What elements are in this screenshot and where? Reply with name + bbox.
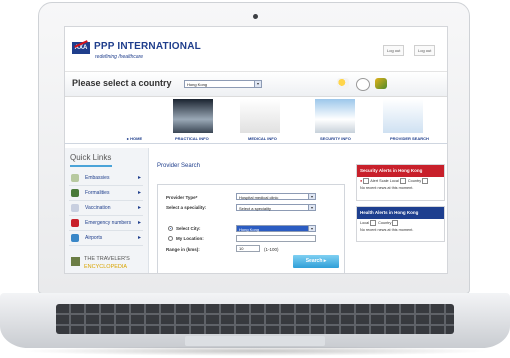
alert-dot-icon: ● [360,179,363,183]
provider-type-select[interactable]: Hospital medical clinic ▾ [236,193,316,200]
chevron-down-icon: ▾ [254,81,261,87]
medical-info-image[interactable] [240,99,280,133]
range-input[interactable]: 10 [236,245,260,252]
practical-info-image[interactable] [173,99,213,133]
chevron-down-icon: ▾ [308,205,315,210]
embassy-icon [71,174,79,182]
quick-links-panel: Quick Links Embassies ▸ Formalities ▸ Va… [65,148,149,273]
chevron-right-icon: ▸ [137,190,141,196]
provider-search-section: Provider Search Provider Type* Hospital … [154,153,346,273]
camera-icon [253,14,258,19]
logout-button[interactable]: Log out [383,45,405,56]
weather-icon[interactable] [337,78,349,89]
keyboard [56,304,454,334]
airplane-icon [71,234,79,242]
speciality-label: Select a speciality: [166,205,207,210]
nav-provider-search[interactable]: PROVIDER SEARCH [390,136,429,141]
brand-name: PPP INTERNATIONAL [94,41,201,52]
axa-logo[interactable]: AXA [72,42,90,54]
clock-icon[interactable] [356,78,370,91]
security-no-news: No recent news at this moment. [360,186,414,190]
quick-links-title: Quick Links [70,153,112,162]
security-alerts-filters: ● Alert Scale Local Country [357,177,444,185]
quick-link-formalities[interactable]: Formalities ▸ [69,187,143,201]
provider-type-label: Provider Type* [166,195,198,200]
chevron-down-icon: ▾ [308,226,315,231]
my-location-input[interactable] [236,235,316,242]
security-alerts-title: Security Alerts in Hong Kong [357,165,444,177]
provider-search-title: Provider Search [157,163,201,169]
security-alerts-box: Security Alerts in Hong Kong ● Alert Scal… [356,164,445,201]
quick-link-emergency-numbers[interactable]: Emergency numbers ▸ [69,217,143,231]
health-alerts-filters: Local Country [357,219,444,227]
chevron-down-icon: ▾ [308,194,315,199]
alert-scale-checkbox[interactable] [363,178,370,184]
security-info-image[interactable] [315,99,355,133]
health-alerts-box: Health Alerts in Hong Kong Local Country… [356,206,445,242]
my-location-label: My Location: [176,236,204,241]
nav-medical-info[interactable]: MEDICAL INFO [248,136,277,141]
select-city-label: Select City: [176,226,201,231]
country-select-label: Please select a country [72,78,172,88]
nav-practical-info[interactable]: PRACTICAL INFO [175,136,209,141]
laptop-shadow [20,346,490,356]
chevron-right-icon: ▸ [137,175,141,181]
local-checkbox[interactable] [399,178,406,184]
provider-search-image[interactable] [383,99,423,133]
health-no-news: No recent news at this moment. [360,228,414,232]
search-button[interactable]: Search ▸ [293,255,339,268]
nav-security-info[interactable]: SECURITY INFO [320,136,351,141]
quick-link-embassies[interactable]: Embassies ▸ [69,172,143,186]
laptop-screen: AXA PPP INTERNATIONAL redefining /health… [64,26,448,274]
provider-search-form: Provider Type* Hospital medical clinic ▾… [157,184,345,273]
passport-icon [71,189,79,197]
health-alerts-title: Health Alerts in Hong Kong [357,207,444,219]
quick-links-underline [70,165,112,167]
book-icon [71,257,80,266]
phone-icon [71,219,79,227]
range-hint: (1-100) [264,247,279,252]
chevron-right-icon: ▸ [137,205,141,211]
country-bar: Please select a country Hong Kong ▾ [65,71,447,97]
site-header: AXA PPP INTERNATIONAL redefining /health… [65,27,447,69]
quick-link-airports[interactable]: Airports ▸ [69,232,143,246]
currency-icon[interactable] [375,78,387,89]
local-checkbox[interactable] [370,220,377,226]
nav-home[interactable]: ▸ HOME [127,136,142,141]
brand-tagline: redefining /healthcare [95,54,144,60]
chevron-right-icon: ▸ [137,235,141,241]
travelers-encyclopedia-link[interactable]: THE TRAVELER'S ENCYCLOPEDIA [69,254,143,273]
speciality-select[interactable]: Select a speciality ▾ [236,204,316,211]
country-checkbox[interactable] [422,178,429,184]
syringe-icon [71,204,79,212]
city-select[interactable]: Hong Kong ▾ [236,225,316,232]
trackpad [185,336,325,346]
quick-link-vaccination[interactable]: Vaccination ▸ [69,202,143,216]
range-label: Range in (kms): [166,247,200,252]
select-city-radio[interactable] [168,226,173,231]
language-button[interactable]: Log out [414,45,436,56]
my-location-radio[interactable] [168,236,173,241]
country-checkbox[interactable] [392,220,399,226]
main-nav: ▸ HOME PRACTICAL INFO MEDICAL INFO SECUR… [65,97,447,144]
country-select[interactable]: Hong Kong ▾ [184,80,262,88]
chevron-right-icon: ▸ [137,220,141,226]
